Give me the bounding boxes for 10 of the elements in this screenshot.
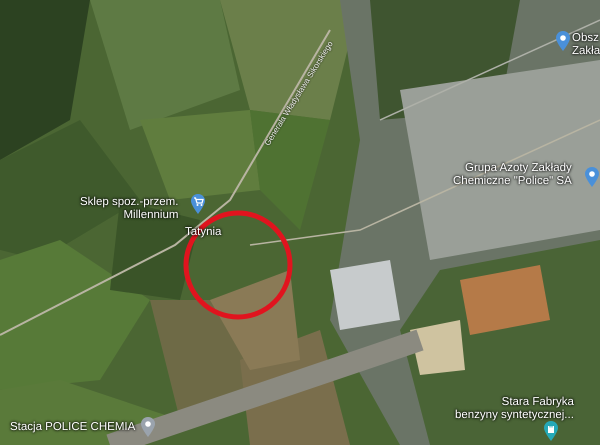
map-pin-icon[interactable] <box>556 31 570 51</box>
shopping-cart-pin-icon[interactable] <box>191 194 205 214</box>
map-pin-icon[interactable] <box>585 167 599 187</box>
map-pin-icon[interactable] <box>141 417 155 437</box>
place-label[interactable]: Sklep spoz.-przem. Millennium <box>80 196 178 222</box>
place-label[interactable]: Obsz Zakła <box>572 32 600 58</box>
place-label[interactable]: Stara Fabryka benzyny syntetycznej... <box>455 396 574 422</box>
tower-pin-icon[interactable] <box>544 421 558 441</box>
place-label[interactable]: Stacja POLICE CHEMIA <box>10 421 136 434</box>
satellite-map-drawing[interactable] <box>0 0 600 445</box>
